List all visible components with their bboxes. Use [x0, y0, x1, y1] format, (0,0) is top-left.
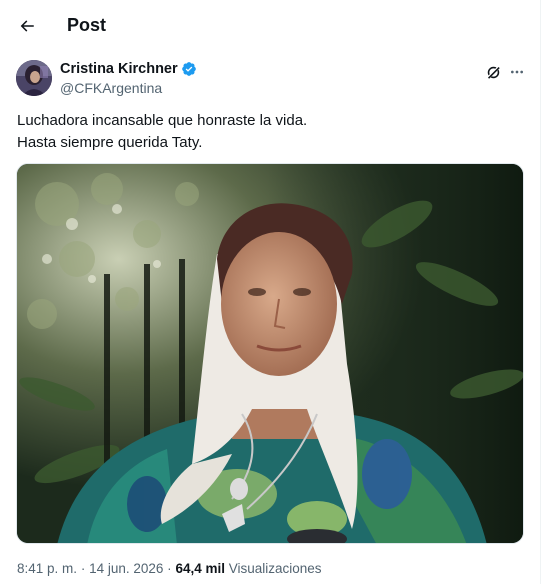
more-horizontal-icon	[511, 70, 523, 74]
page-title: Post	[67, 15, 107, 35]
tweet-photo[interactable]	[16, 163, 524, 544]
grok-icon	[486, 65, 500, 79]
tweet-meta: 8:41 p. m. · 14 jun. 2026 · 64,4 mil Vis…	[17, 561, 322, 576]
author-name-wrap: Cristina Kirchner	[60, 61, 197, 77]
more-options-button[interactable]	[506, 61, 528, 83]
tweet-text: Luchadora incansable que honraste la vid…	[17, 110, 522, 154]
author-handle[interactable]: @CFKArgentina	[60, 80, 162, 96]
tweet-date[interactable]: 14 jun. 2026	[89, 561, 163, 576]
views-label: Visualizaciones	[228, 561, 322, 576]
tweet-text-line: Luchadora incansable que honraste la vid…	[17, 112, 308, 129]
post-header: Post	[0, 0, 541, 52]
meta-separator: ·	[167, 561, 172, 576]
tweet-time[interactable]: 8:41 p. m.	[17, 561, 77, 576]
tweet-text-line: Hasta siempre querida Taty.	[17, 134, 203, 151]
author-row: Cristina Kirchner @CFKArgentina	[16, 60, 526, 100]
post-detail-panel: Post Cristina Kirchner @CFKArgentina Luc…	[0, 0, 541, 584]
meta-separator: ·	[80, 561, 86, 576]
verified-badge-icon	[181, 62, 196, 76]
avatar[interactable]	[16, 60, 52, 96]
views-count: 64,4 mil	[175, 561, 225, 576]
arrow-left-icon	[20, 20, 34, 32]
grok-button[interactable]	[482, 61, 504, 83]
author-name[interactable]: Cristina Kirchner	[60, 61, 178, 77]
back-button[interactable]	[10, 9, 44, 43]
